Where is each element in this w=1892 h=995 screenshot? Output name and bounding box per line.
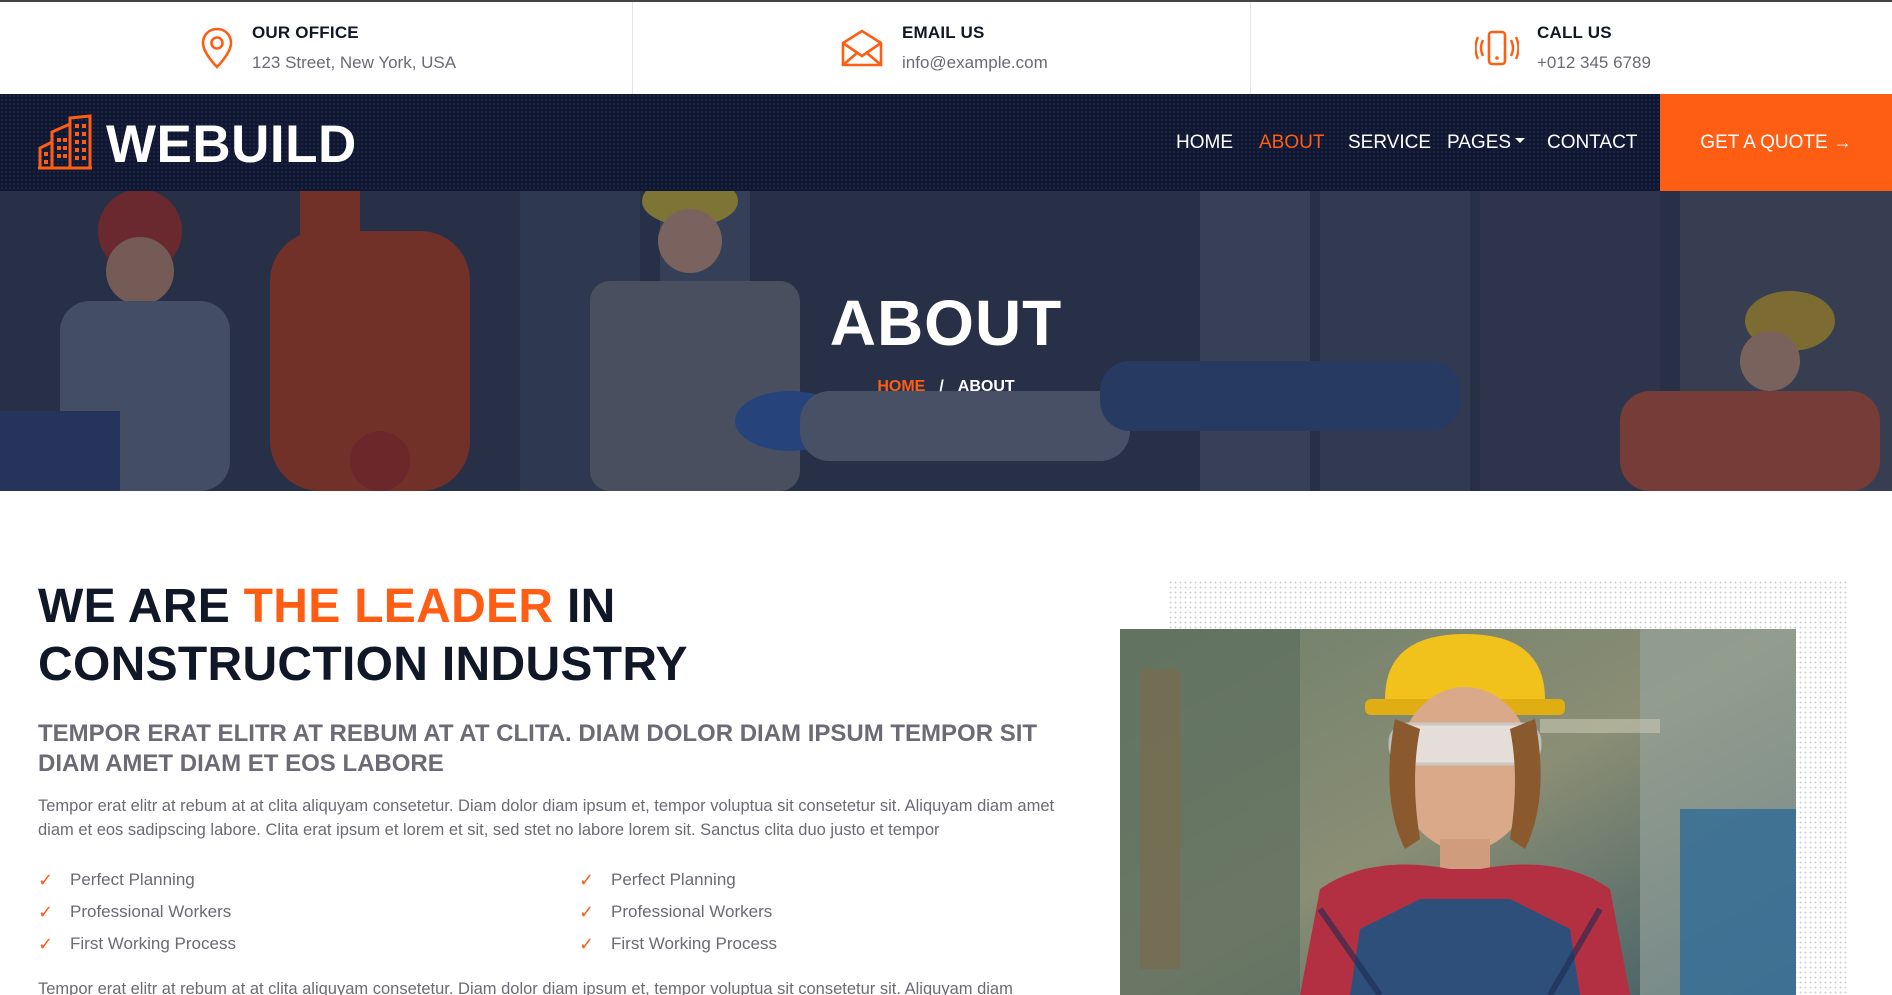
get-a-quote-label: GET A QUOTE bbox=[1700, 131, 1828, 153]
nav-service[interactable]: SERVICE bbox=[1348, 94, 1431, 191]
check-icon: ✓ bbox=[38, 869, 54, 890]
list-item: ✓ First Working Process bbox=[579, 928, 777, 960]
check-icon: ✓ bbox=[38, 933, 54, 954]
email-title: EMAIL US bbox=[902, 23, 985, 42]
feature-list-right: ✓ Perfect Planning ✓ Professional Workers … bbox=[579, 864, 777, 960]
get-a-quote-button[interactable]: GET A QUOTE → bbox=[1660, 94, 1892, 191]
list-item: ✓ Perfect Planning bbox=[579, 864, 777, 896]
email-info: EMAIL US info@example.com bbox=[840, 2, 1048, 94]
phone-icon bbox=[1475, 28, 1519, 68]
about-paragraph-second: Tempor erat elitr at rebum at at clita a… bbox=[38, 980, 1013, 995]
feature-label: Perfect Planning bbox=[70, 870, 195, 889]
nav-pages[interactable]: PAGES bbox=[1447, 94, 1526, 191]
about-subheading: TEMPOR ERAT ELITR AT REBUM AT AT CLITA. … bbox=[38, 720, 1038, 777]
office-title: OUR OFFICE bbox=[252, 23, 359, 42]
caret-down-icon bbox=[1515, 138, 1526, 144]
headline-part1: WE ARE bbox=[38, 580, 244, 633]
check-icon: ✓ bbox=[579, 901, 595, 922]
breadcrumb-current: ABOUT bbox=[957, 378, 1015, 395]
nav-about[interactable]: ABOUT bbox=[1259, 94, 1324, 191]
feature-label: Professional Workers bbox=[611, 902, 773, 921]
breadcrumb-separator: / bbox=[939, 378, 944, 395]
check-icon: ✓ bbox=[38, 901, 54, 922]
about-headline: WE ARE THE LEADER IN CONSTRUCTION INDUST… bbox=[38, 578, 998, 694]
worker-photo bbox=[1120, 629, 1796, 995]
nav-home[interactable]: HOME bbox=[1176, 94, 1233, 191]
office-address: 123 Street, New York, USA bbox=[252, 53, 457, 72]
about-paragraph: Tempor erat elitr at rebum at at clita a… bbox=[38, 797, 1055, 839]
check-icon: ✓ bbox=[579, 933, 595, 954]
breadcrumb-home-link[interactable]: HOME bbox=[877, 378, 925, 395]
envelope-icon bbox=[840, 28, 884, 68]
email-address[interactable]: info@example.com bbox=[902, 53, 1048, 73]
brand-logo[interactable]: WEBUILD bbox=[38, 114, 357, 175]
brand-name: WEBUILD bbox=[106, 114, 357, 174]
main-navbar: WEBUILD HOME ABOUT SERVICE PAGES CONTACT… bbox=[0, 94, 1892, 191]
list-item: ✓ Professional Workers bbox=[38, 896, 236, 928]
building-icon bbox=[38, 114, 92, 175]
list-item: ✓ First Working Process bbox=[38, 928, 236, 960]
nav-pages-label: PAGES bbox=[1447, 132, 1512, 153]
phone-number[interactable]: +012 345 6789 bbox=[1537, 53, 1651, 73]
page-title: ABOUT bbox=[829, 287, 1063, 359]
topbar: OUR OFFICE 123 Street, New York, USA EMA… bbox=[0, 0, 1892, 94]
check-icon: ✓ bbox=[579, 869, 595, 890]
arrow-right-icon: → bbox=[1833, 132, 1852, 152]
feature-label: Professional Workers bbox=[70, 902, 232, 921]
feature-list-left: ✓ Perfect Planning ✓ Professional Workers … bbox=[38, 864, 236, 960]
call-info: CALL US +012 345 6789 bbox=[1475, 2, 1651, 94]
nav-contact[interactable]: CONTACT bbox=[1547, 94, 1637, 191]
headline-highlight: THE LEADER bbox=[243, 580, 554, 633]
list-item: ✓ Perfect Planning bbox=[38, 864, 236, 896]
female-worker-image bbox=[1120, 629, 1796, 995]
call-title: CALL US bbox=[1537, 23, 1612, 42]
office-info: OUR OFFICE 123 Street, New York, USA bbox=[200, 2, 456, 94]
feature-label: First Working Process bbox=[70, 934, 236, 953]
list-item: ✓ Professional Workers bbox=[579, 896, 777, 928]
map-pin-icon bbox=[200, 26, 234, 70]
feature-label: First Working Process bbox=[611, 934, 777, 953]
breadcrumb: HOME / ABOUT bbox=[0, 378, 1892, 396]
page-header-hero: ABOUT HOME / ABOUT bbox=[0, 191, 1892, 491]
feature-label: Perfect Planning bbox=[611, 870, 736, 889]
